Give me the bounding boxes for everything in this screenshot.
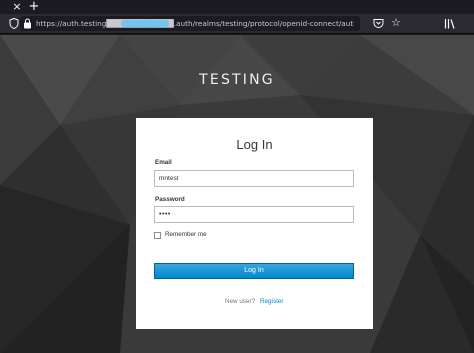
address-bar[interactable]: https://auth.testing████████████.auth/re… [20, 16, 360, 31]
email-label: Email [155, 159, 172, 166]
tab-bar: × + [0, 0, 474, 14]
pocket-icon[interactable] [373, 18, 384, 29]
login-button[interactable]: Log In [154, 263, 354, 279]
remember-me-label[interactable]: Remember me [165, 231, 207, 238]
login-title: Log In [236, 137, 273, 152]
close-tab-icon[interactable]: × [10, 0, 24, 14]
new-tab-button[interactable]: + [27, 0, 41, 14]
email-field[interactable]: mntest [154, 170, 354, 187]
library-icon[interactable] [444, 18, 456, 29]
realm-title: TESTING [199, 72, 275, 88]
register-link[interactable]: Register [260, 298, 283, 305]
lock-icon[interactable] [23, 18, 32, 29]
shield-icon[interactable] [9, 18, 19, 29]
password-field[interactable]: •••• [154, 206, 354, 223]
url-text[interactable]: https://auth.testing████████████.auth/re… [36, 16, 354, 31]
password-label: Password [155, 196, 185, 203]
navigation-bar: https://auth.testing████████████.auth/re… [0, 14, 474, 34]
bookmark-star-icon[interactable]: ☆ [390, 16, 402, 30]
new-user-text: New user? [225, 298, 256, 305]
login-card: Log In Email mntest Password •••• Rememb… [136, 118, 373, 329]
redaction-mark [121, 20, 169, 27]
remember-me-checkbox[interactable] [154, 232, 161, 239]
